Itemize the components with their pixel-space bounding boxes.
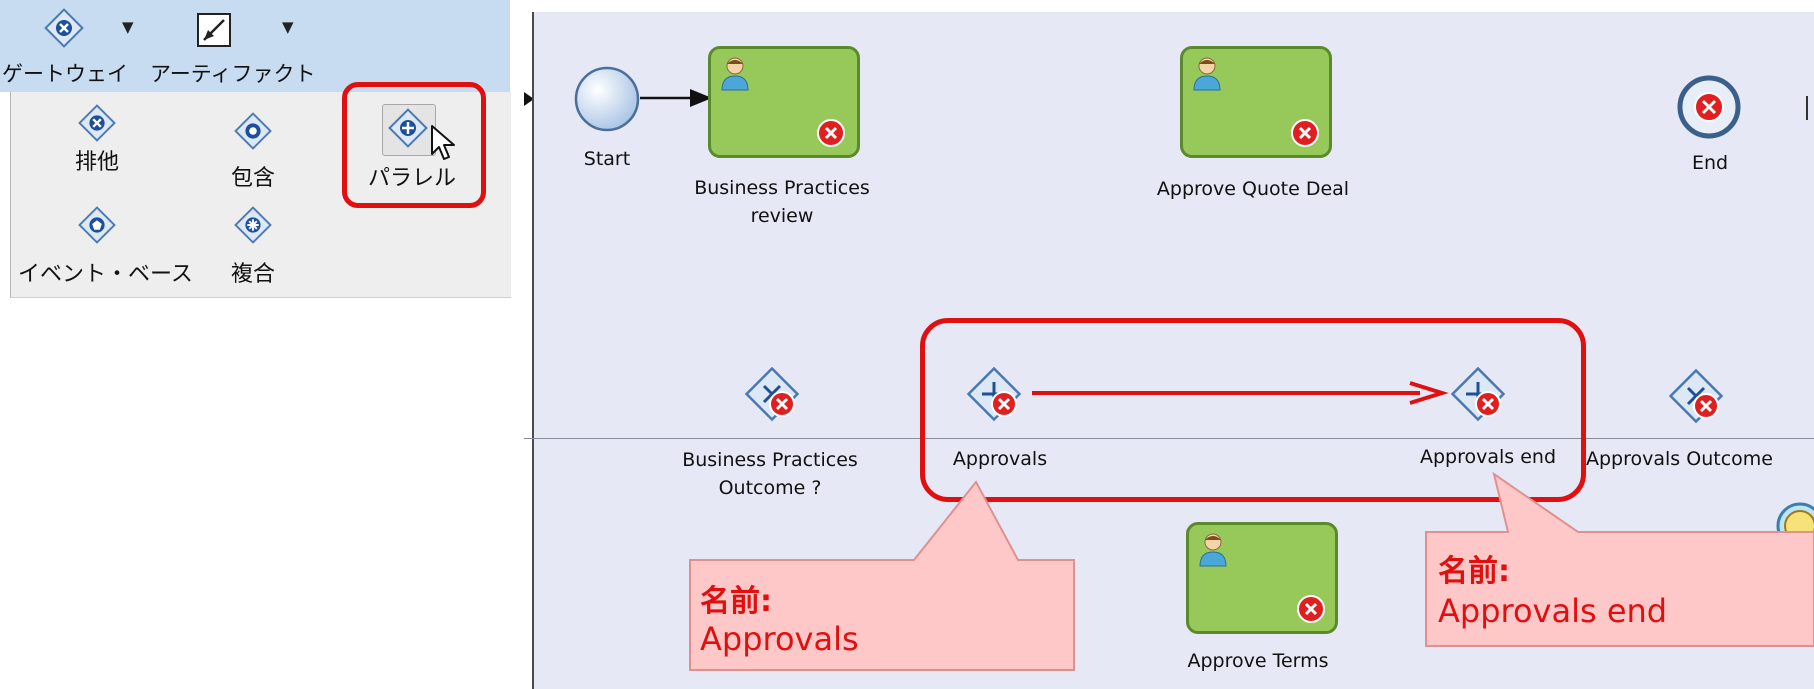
inclusive-gateway-label[interactable]: 包含 xyxy=(226,160,280,192)
gateway-approvals-outcome-label: Approvals Outcome xyxy=(1586,448,1773,470)
start-event-label: Start xyxy=(583,148,631,170)
exclusive-gateway-label[interactable]: 排他 xyxy=(70,144,124,176)
task-business-practices-review-label: Business Practices review xyxy=(694,177,870,227)
user-task-icon xyxy=(1193,57,1221,91)
artifact-menu-label[interactable]: アーティファクト xyxy=(150,58,315,88)
user-task-icon xyxy=(721,57,749,91)
callout-left-name-label: 名前: xyxy=(700,584,772,619)
sequence-flow-start[interactable] xyxy=(640,86,714,110)
gateway-approvals-outcome[interactable] xyxy=(1666,366,1726,426)
callout-right-name-label: 名前: xyxy=(1438,554,1510,589)
artifact-dropdown-icon[interactable] xyxy=(196,12,232,48)
complex-gateway-icon[interactable] xyxy=(234,206,272,244)
event-based-gateway-label[interactable]: イベント・ベース xyxy=(18,256,193,288)
parallel-highlight-frame xyxy=(342,82,486,208)
end-event[interactable] xyxy=(1676,74,1742,140)
canvas-edge-marker xyxy=(1806,96,1808,120)
inclusive-gateway-icon[interactable] xyxy=(234,112,272,150)
end-event-label: End xyxy=(1691,152,1729,174)
error-badge-icon xyxy=(817,119,845,147)
gateway-menu-label[interactable]: ゲートウェイ xyxy=(2,58,128,88)
user-task-icon xyxy=(1199,533,1227,567)
task-approve-terms-label: Approve Terms xyxy=(1187,650,1329,672)
complex-gateway-label[interactable]: 複合 xyxy=(226,256,280,288)
artifact-caret-icon[interactable]: ▼ xyxy=(282,18,294,36)
gateway-business-practices-outcome[interactable] xyxy=(742,364,802,424)
gateway-dropdown-icon[interactable] xyxy=(44,8,84,48)
event-based-gateway-icon[interactable] xyxy=(78,206,116,244)
error-badge-icon xyxy=(1291,119,1319,147)
task-approve-quote-deal-label: Approve Quote Deal xyxy=(1156,178,1350,200)
callout-right-value: Approvals end xyxy=(1438,592,1668,630)
callout-left-value: Approvals xyxy=(700,620,859,658)
error-badge-icon xyxy=(1297,595,1325,623)
gateway-caret-icon[interactable]: ▼ xyxy=(122,18,134,36)
start-event[interactable] xyxy=(572,64,642,134)
exclusive-gateway-icon[interactable] xyxy=(78,104,116,142)
